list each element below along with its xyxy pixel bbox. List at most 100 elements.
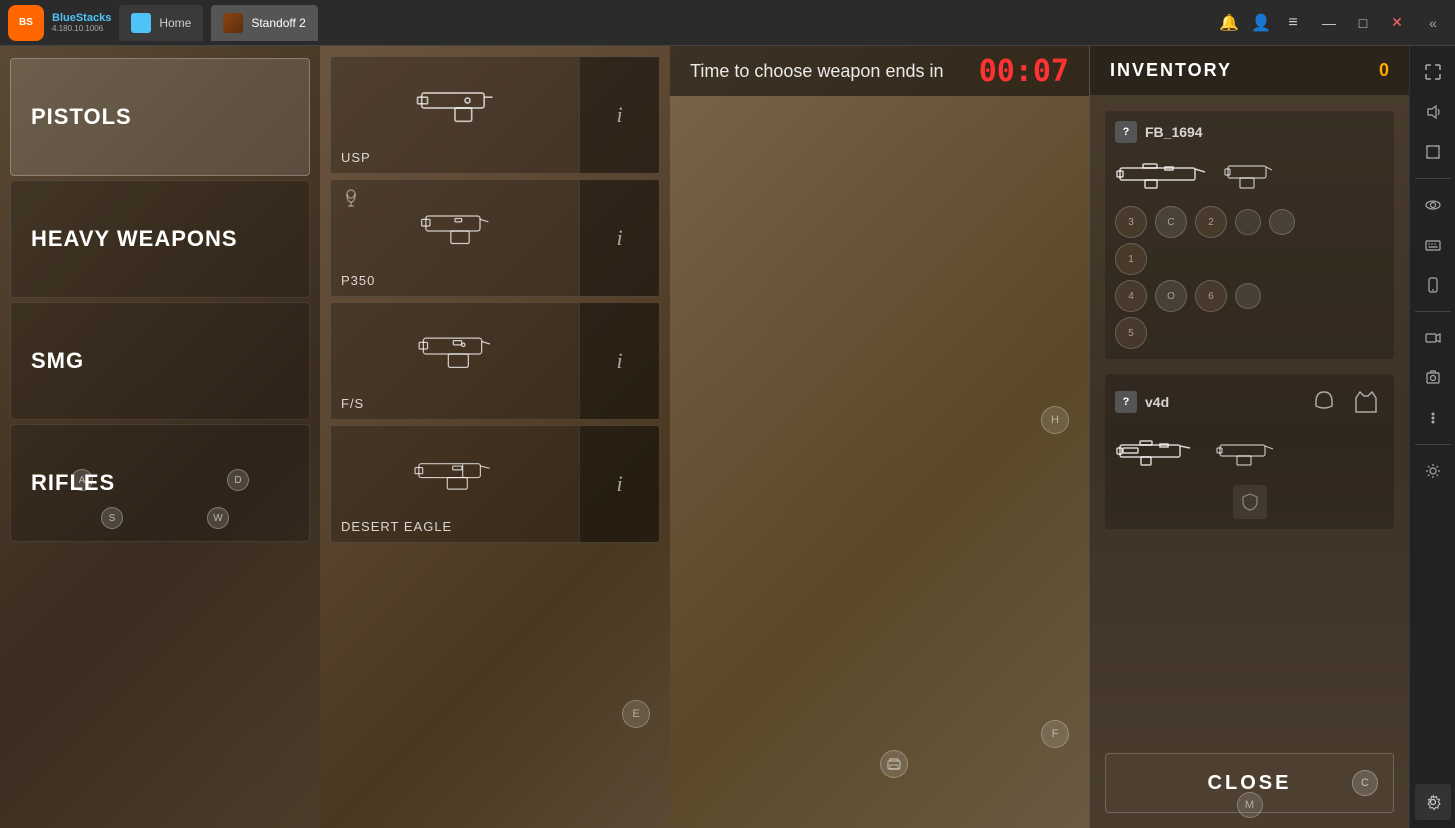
weapon-usp[interactable]: USP i [330,56,660,174]
tab-standoff2-label: Standoff 2 [251,16,306,30]
game-area: PISTOLS HEAVY WEAPONS SMG RIFLES W A D S [0,46,1455,828]
vest-icon [1348,384,1384,420]
close-window-button[interactable]: ✕ [1383,9,1411,37]
brightness-icon[interactable] [1415,453,1451,489]
volume-icon[interactable] [1415,94,1451,130]
de-svg [405,447,505,502]
loadout-v4d-badge: ? [1115,391,1137,413]
collapse-icon[interactable]: « [1419,9,1447,37]
shield-slot [1233,485,1267,519]
menu-icon[interactable]: ≡ [1279,9,1307,37]
fs-svg [405,324,505,379]
slot-row-4: 5 [1115,317,1384,349]
app-version: 4.180.10.1006 [52,24,111,33]
bluestacks-logo: BS [8,5,44,41]
account-icon[interactable]: 👤 [1247,9,1275,37]
weapon-usp-preview: USP [331,57,579,173]
weapon-p350-info[interactable]: i [579,180,659,296]
weapon-usp-info[interactable]: i [579,57,659,173]
weapon-fs-preview: F/S [331,303,579,419]
loadout-fb1694-header: ? FB_1694 [1115,121,1384,143]
category-heavy-label: HEAVY WEAPONS [31,226,238,252]
inventory-content: ? FB_1694 [1090,96,1409,743]
video-icon[interactable] [1415,320,1451,356]
primary-weapon-slot[interactable] [1115,153,1210,198]
maximize-button[interactable]: □ [1349,9,1377,37]
v4d-primary-svg [1115,434,1205,472]
minimize-button[interactable]: — [1315,9,1343,37]
key-f-hint-center: F [1041,720,1069,748]
slot-1: 1 [1115,243,1147,275]
weapon-categories-panel: PISTOLS HEAVY WEAPONS SMG RIFLES W A D S [0,46,320,828]
weapon-de-name: DESERT EAGLE [341,519,452,534]
keyboard-icon[interactable] [1415,227,1451,263]
weapon-p350-preview: P350 [331,180,579,296]
settings-icon[interactable] [1415,784,1451,820]
timer-value: 00:07 [979,54,1069,89]
slot-row-2: 1 [1115,243,1384,275]
weapon-de-info[interactable]: i [579,426,659,542]
slot-empty2 [1269,209,1295,235]
slot-3: 3 [1115,206,1147,238]
loadout-v4d-weapons [1115,430,1384,475]
loadout-fb1694-badge: ? [1115,121,1137,143]
key-e-hint: E [622,700,650,728]
close-key-hint: C [1352,770,1378,796]
weapon-desert-eagle[interactable]: DESERT EAGLE i [330,425,660,543]
play-area: Time to choose weapon ends in 00:07 H F [670,46,1089,828]
weapon-usp-name: USP [341,150,371,165]
v4d-secondary-slot[interactable] [1215,430,1275,475]
slot-row-1: 3 C 2 [1115,206,1384,238]
notification-icon[interactable]: 🔔 [1215,9,1243,37]
key-s-hint: S [101,507,123,529]
key-a-hint: A [71,469,93,491]
expand-icon[interactable] [1415,54,1451,90]
slot-6: 6 [1195,280,1227,312]
category-smg[interactable]: SMG [10,302,310,420]
titlebar: BS BlueStacks 4.180.10.1006 Home Standof… [0,0,1455,46]
key-print-hint [880,750,908,778]
titlebar-right-icons: 🔔 👤 ≡ [1215,9,1307,37]
weapon-usp-image [341,65,569,146]
usp-svg [405,78,505,133]
key-w-hint: W [207,507,229,529]
category-pistols-label: PISTOLS [31,104,132,130]
secondary-weapon-slot[interactable] [1220,153,1275,198]
right-side-panel [1409,46,1455,828]
p350-mic-icon [341,188,361,213]
weapon-de-preview: DESERT EAGLE [331,426,579,542]
inventory-panel: INVENTORY 0 ? FB_1694 [1089,46,1409,828]
slot-4: 4 [1115,280,1147,312]
standoff2-tab-icon [223,13,243,33]
loadout-v4d-header: ? v4d [1115,384,1384,420]
loadout-v4d-name: v4d [1145,394,1169,410]
side-divider-3 [1415,444,1451,445]
screenshot-icon[interactable] [1415,360,1451,396]
bluestacks-brand: BlueStacks 4.180.10.1006 [52,12,111,33]
category-smg-label: SMG [31,348,84,374]
home-tab-icon [131,13,151,33]
category-pistols[interactable]: PISTOLS [10,58,310,176]
v4d-primary-slot[interactable] [1115,430,1205,475]
inventory-title: INVENTORY [1110,60,1232,81]
phone-icon[interactable] [1415,267,1451,303]
secondary-weapon-svg [1220,158,1275,193]
tab-standoff2[interactable]: Standoff 2 [211,5,318,41]
weapon-fs[interactable]: F/S i [330,302,660,420]
more-icon[interactable] [1415,400,1451,436]
window-controls: — □ ✕ [1315,9,1411,37]
loadout-fb1694-name: FB_1694 [1145,124,1203,140]
v4d-secondary-svg [1215,437,1275,469]
weapon-p350[interactable]: P350 i [330,179,660,297]
helmet-icon [1306,384,1342,420]
tab-home[interactable]: Home [119,5,203,41]
eye-icon[interactable] [1415,187,1451,223]
timer-label: Time to choose weapon ends in [690,61,979,82]
slot-5: 5 [1115,317,1147,349]
category-rifles[interactable]: RIFLES W A D S [10,424,310,542]
weapon-fs-info[interactable]: i [579,303,659,419]
category-heavy-weapons[interactable]: HEAVY WEAPONS [10,180,310,298]
loadout-v4d: ? v4d [1105,374,1394,529]
slot-o: O [1155,280,1187,312]
fullscreen-icon[interactable] [1415,134,1451,170]
